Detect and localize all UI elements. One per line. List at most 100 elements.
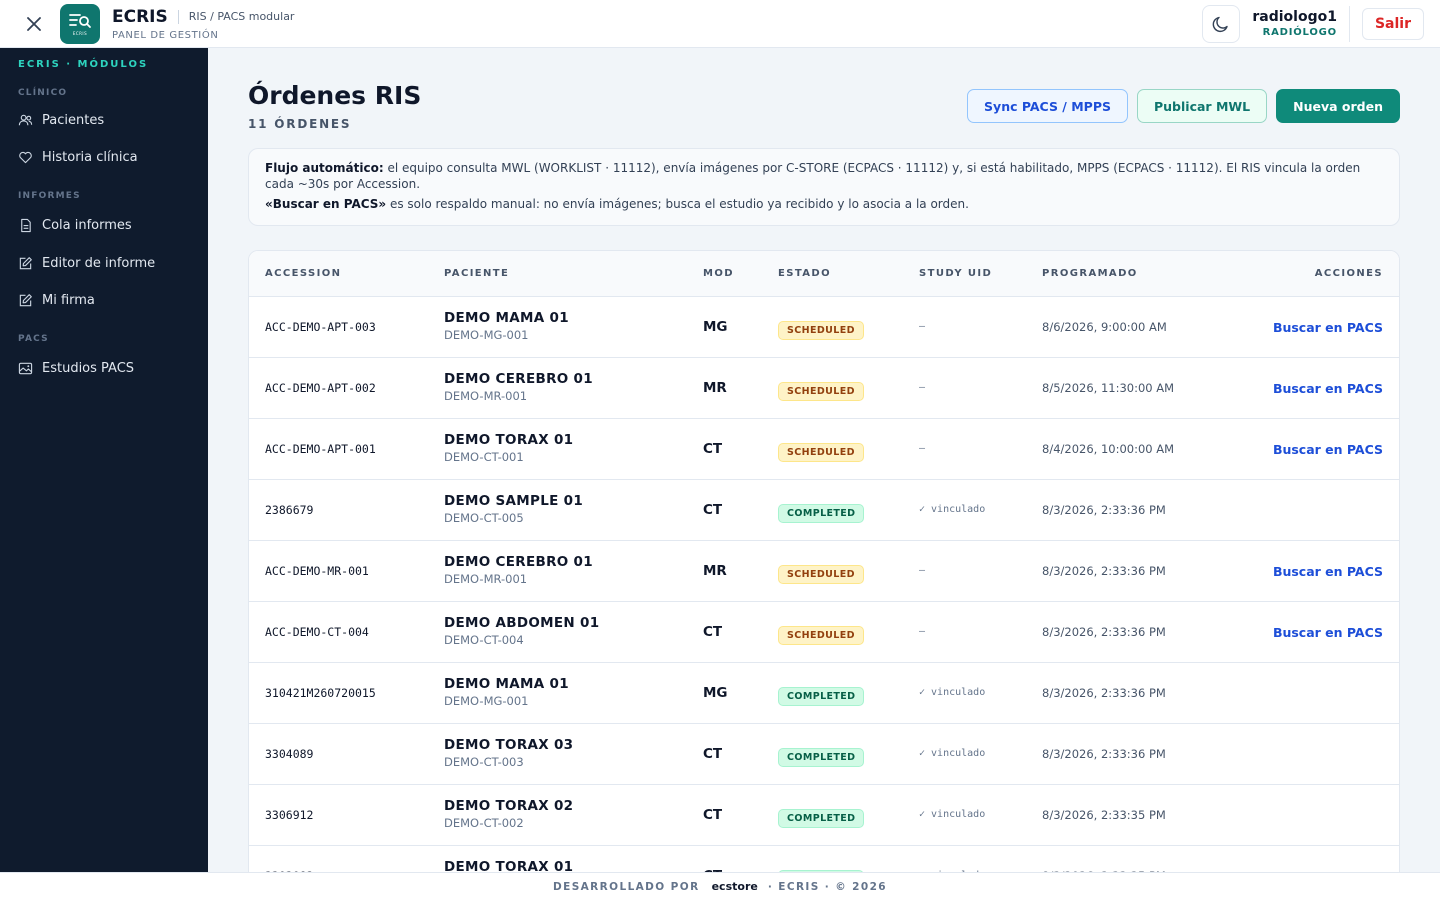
sidebar-item-pacientes[interactable]: Pacientes — [0, 102, 208, 138]
patient-cell: DEMO TORAX 01 DEMO-CT-001 — [444, 432, 573, 464]
patient-cell: DEMO TORAX 03 DEMO-CT-003 — [444, 737, 573, 769]
status-badge: SCHEDULED — [778, 565, 864, 584]
scheduled-cell: 8/3/2026, 2:33:36 PM — [1042, 686, 1166, 700]
info-line-2-bold: «Buscar en PACS» — [265, 197, 387, 211]
sidebar-item-cola-informes[interactable]: Cola informes — [0, 207, 208, 243]
status-cell: SCHEDULED — [778, 379, 864, 401]
table-row[interactable]: ACC-DEMO-APT-002 DEMO CEREBRO 01 DEMO-MR-0… — [249, 358, 1399, 419]
table-row[interactable]: 2386679 DEMO SAMPLE 01 DEMO-CT-005 CT COMPLE… — [249, 480, 1399, 541]
patient-name: DEMO ABDOMEN 01 — [444, 615, 600, 631]
study-uid-cell: ✓ vinculado — [919, 809, 986, 820]
info-line-2: «Buscar en PACS» es solo respaldo manual… — [265, 196, 1383, 212]
patient-name: DEMO SAMPLE 01 — [444, 493, 584, 509]
patient-cell: DEMO TORAX 02 DEMO-CT-002 — [444, 798, 573, 830]
close-sidebar-button[interactable] — [10, 0, 58, 48]
patient-id: DEMO-MR-001 — [444, 389, 528, 403]
status-cell: COMPLETED — [778, 501, 865, 523]
study-uid-cell: – — [919, 443, 926, 454]
search-pacs-link[interactable]: Buscar en PACS — [1273, 320, 1383, 335]
study-uid-cell: ✓ vinculado — [919, 748, 986, 759]
sidebar-item-mi-firma[interactable]: Mi firma — [0, 282, 208, 318]
sidebar-item-label: Editor de informe — [42, 255, 156, 271]
sidebar-section-pacs: PACS — [18, 334, 49, 344]
publish-mwl-button[interactable]: Publicar MWL — [1137, 89, 1268, 123]
app-logo[interactable]: ECRIS — [60, 3, 100, 44]
modality-cell: CT — [703, 502, 723, 518]
study-uid-cell: – — [919, 321, 926, 332]
status-cell: SCHEDULED — [778, 440, 864, 462]
brand-divider — [177, 9, 179, 24]
scheduled-cell: 8/3/2026, 2:33:36 PM — [1042, 625, 1166, 639]
table-row[interactable]: 310421M260720015 DEMO MAMA 01 DEMO-MG-001 M… — [249, 663, 1399, 724]
search-list-icon — [69, 13, 91, 28]
accession-cell: ACC-DEMO-APT-003 — [265, 320, 376, 334]
patient-id: DEMO-CT-001 — [444, 450, 524, 464]
patient-cell: DEMO MAMA 01 DEMO-MG-001 — [444, 676, 569, 708]
status-cell: SCHEDULED — [778, 623, 864, 645]
header-actions: ACCIONES — [1314, 268, 1383, 279]
table-row[interactable]: 3304089 DEMO TORAX 03 DEMO-CT-003 CT COMPLET… — [249, 724, 1399, 785]
theme-toggle-button[interactable] — [1202, 4, 1241, 43]
user-role: RADIÓLOGO — [1262, 27, 1337, 38]
modality-cell: CT — [703, 441, 723, 457]
header-status: ESTADO — [778, 268, 832, 279]
footer-store-link[interactable]: ecstore — [712, 880, 758, 893]
status-badge: COMPLETED — [778, 809, 865, 828]
status-cell: COMPLETED — [778, 684, 865, 706]
study-uid-cell: – — [919, 382, 926, 393]
accession-cell: ACC-DEMO-CT-004 — [265, 625, 369, 639]
logo-text: ECRIS — [72, 30, 88, 36]
patient-name: DEMO CEREBRO 01 — [444, 371, 593, 387]
scheduled-cell: 8/3/2026, 2:33:36 PM — [1042, 503, 1166, 517]
patient-cell: DEMO CEREBRO 01 DEMO-MR-001 — [444, 371, 593, 403]
info-box: Flujo automático: el equipo consulta MWL… — [248, 148, 1400, 226]
patient-cell: DEMO ABDOMEN 01 DEMO-CT-004 — [444, 615, 599, 647]
table-row[interactable]: ACC-DEMO-APT-001 DEMO TORAX 01 DEMO-CT-001… — [249, 419, 1399, 480]
modality-cell: CT — [703, 624, 723, 640]
table-row[interactable]: ACC-DEMO-MR-001 DEMO CEREBRO 01 DEMO-MR-00… — [249, 541, 1399, 602]
sidebar-section-clinico: CLÍNICO — [18, 88, 68, 98]
page-title: Órdenes RIS — [248, 81, 422, 110]
close-icon — [27, 16, 41, 31]
status-cell: COMPLETED — [778, 806, 865, 828]
status-badge: COMPLETED — [778, 504, 865, 523]
moon-icon — [1213, 16, 1229, 32]
sidebar-brand: ECRIS · MÓDULOS — [18, 59, 149, 70]
orders-count: 11 ÓRDENES — [248, 117, 352, 131]
sidebar-item-editor-informe[interactable]: Editor de informe — [0, 245, 208, 281]
info-line-1-text: el equipo consulta MWL (WORKLIST · 11112… — [265, 161, 1361, 191]
status-badge: SCHEDULED — [778, 626, 864, 645]
patient-id: DEMO-CT-002 — [444, 816, 524, 830]
table-row[interactable]: 3306912 DEMO TORAX 02 DEMO-CT-002 CT COMPLET… — [249, 785, 1399, 846]
search-pacs-link[interactable]: Buscar en PACS — [1273, 625, 1383, 640]
sidebar-item-label: Estudios PACS — [42, 360, 135, 376]
accession-cell: ACC-DEMO-APT-001 — [265, 442, 376, 456]
sidebar-item-estudios-pacs[interactable]: Estudios PACS — [0, 350, 208, 386]
sidebar-section-informes: INFORMES — [18, 191, 81, 201]
status-badge: COMPLETED — [778, 748, 865, 767]
scheduled-cell: 8/3/2026, 2:33:35 PM — [1042, 808, 1166, 822]
panel-label: PANEL DE GESTIÓN — [112, 29, 219, 41]
new-order-button[interactable]: Nueva orden — [1276, 89, 1400, 123]
accession-cell: 2386679 — [265, 503, 314, 517]
study-uid-cell: ✓ vinculado — [919, 687, 986, 698]
image-icon — [18, 362, 33, 374]
study-uid-cell: ✓ vinculado — [919, 504, 986, 515]
scheduled-cell: 8/4/2026, 10:00:00 AM — [1042, 442, 1175, 456]
patient-id: DEMO-CT-004 — [444, 633, 524, 647]
users-icon — [18, 114, 33, 125]
modality-cell: CT — [703, 746, 723, 762]
table-header: ACCESSION PACIENTE MOD ESTADO STUDY UID … — [249, 251, 1399, 297]
sidebar-item-label: Pacientes — [42, 112, 105, 128]
logout-button[interactable]: Salir — [1361, 7, 1424, 40]
patient-id: DEMO-CT-005 — [444, 511, 524, 525]
search-pacs-link[interactable]: Buscar en PACS — [1273, 442, 1383, 457]
search-pacs-link[interactable]: Buscar en PACS — [1273, 381, 1383, 396]
table-row[interactable]: ACC-DEMO-APT-003 DEMO MAMA 01 DEMO-MG-001 M… — [249, 297, 1399, 358]
search-pacs-link[interactable]: Buscar en PACS — [1273, 564, 1383, 579]
user-name: radiologo1 — [1252, 9, 1337, 25]
brand-name: ECRIS — [112, 6, 168, 27]
sync-pacs-button[interactable]: Sync PACS / MPPS — [967, 89, 1128, 123]
table-row[interactable]: ACC-DEMO-CT-004 DEMO ABDOMEN 01 DEMO-CT-00… — [249, 602, 1399, 663]
sidebar-item-historia-clinica[interactable]: Historia clínica — [0, 139, 208, 175]
